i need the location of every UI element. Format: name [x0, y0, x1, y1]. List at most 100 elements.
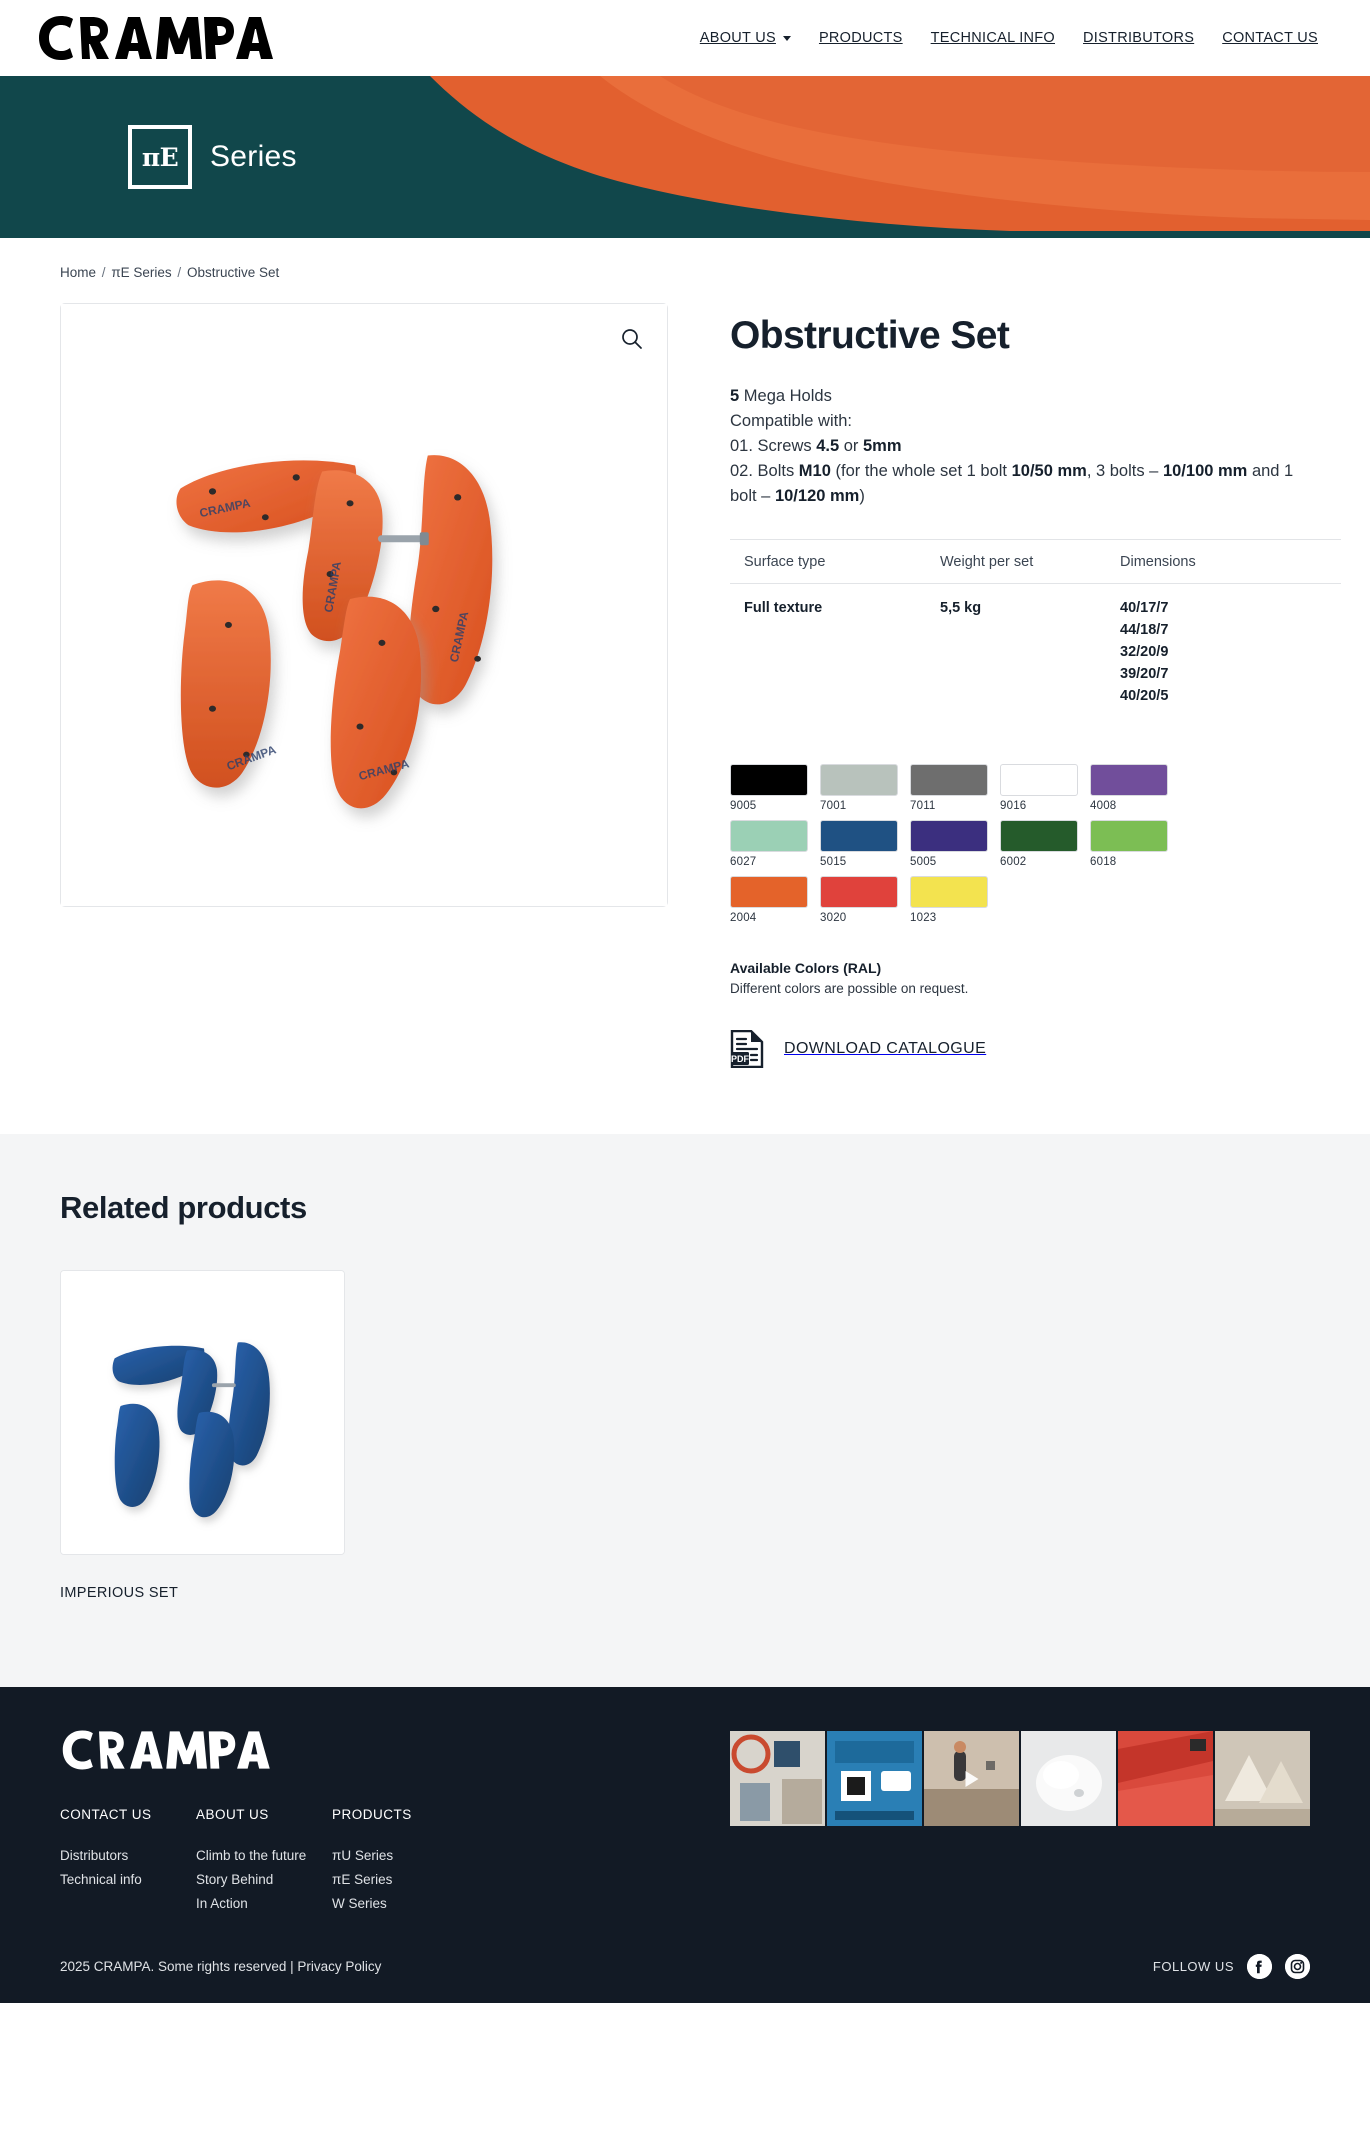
- breadcrumb-separator: /: [177, 265, 182, 280]
- table-row: Full texture 5,5 kg 40/17/7 44/18/7 32/2…: [730, 584, 1341, 721]
- logo-texture-tile[interactable]: [1215, 1731, 1310, 1827]
- desc-line-bolts: 02. Bolts M10 (for the whole set 1 bolt …: [730, 459, 1308, 509]
- swatch-chip[interactable]: [820, 876, 898, 909]
- series-badge: πE Series: [128, 125, 297, 189]
- color-swatch-9016[interactable]: 9016: [1000, 764, 1078, 812]
- bolts-mid-2: , 3 bolts –: [1086, 462, 1163, 481]
- download-catalogue-button[interactable]: PDF DOWNLOAD CATALOGUE: [730, 1030, 1308, 1069]
- footer-link-climb-to-the-future[interactable]: Climb to the future: [196, 1848, 332, 1863]
- hero-banner: πE Series: [0, 76, 1370, 238]
- footer-link-πu-series[interactable]: πU Series: [332, 1848, 468, 1863]
- search-icon[interactable]: [619, 326, 645, 352]
- swatch-chip[interactable]: [730, 820, 808, 853]
- color-swatch-6002[interactable]: 6002: [1000, 820, 1078, 868]
- product-gallery[interactable]: CRAMPA CRAMPA CRAMPA CRAMPA CRAMPA: [60, 303, 668, 907]
- swatch-code: 7001: [820, 800, 847, 813]
- color-swatch-1023[interactable]: 1023: [910, 876, 988, 924]
- swatch-chip[interactable]: [910, 764, 988, 797]
- facebook-icon[interactable]: [1247, 1954, 1272, 1980]
- swatch-chip[interactable]: [730, 876, 808, 909]
- imperious-set-image: [61, 1271, 344, 1555]
- climber-video-tile[interactable]: [924, 1731, 1019, 1827]
- color-swatch-9005[interactable]: 9005: [730, 764, 808, 812]
- column-header-dimensions: Dimensions: [1106, 539, 1341, 585]
- site-header: ABOUT US PRODUCTS TECHNICAL INFO DISTRIB…: [0, 0, 1370, 76]
- footer-link-technical-info[interactable]: Technical info: [60, 1872, 196, 1887]
- instagram-feed: [730, 1727, 1310, 1827]
- related-product-card[interactable]: IMPERIOUS SET: [60, 1270, 345, 1601]
- column-header-weight: Weight per set: [926, 539, 1106, 585]
- swatch-code: 5005: [910, 856, 937, 869]
- instagram-glyph: [1285, 1954, 1310, 1980]
- swatch-chip[interactable]: [820, 764, 898, 797]
- crampa-logo-icon: [39, 16, 273, 60]
- chevron-down-icon: [782, 35, 791, 41]
- swatch-chip[interactable]: [1090, 764, 1168, 797]
- nav-item-distributors[interactable]: DISTRIBUTORS: [1083, 30, 1194, 46]
- website-announcement-tile[interactable]: [827, 1731, 922, 1827]
- instagram-tile-image: [730, 1731, 825, 1827]
- nav-item-about-us[interactable]: ABOUT US: [700, 30, 791, 46]
- product-page: ABOUT US PRODUCTS TECHNICAL INFO DISTRIB…: [0, 0, 1370, 2004]
- footer-link-in-action[interactable]: In Action: [196, 1896, 332, 1911]
- color-swatch-5015[interactable]: 5015: [820, 820, 898, 868]
- breadcrumb-current: Obstructive Set: [186, 265, 280, 280]
- main-navigation: ABOUT US PRODUCTS TECHNICAL INFO DISTRIB…: [700, 30, 1340, 46]
- related-product-thumbnail[interactable]: [60, 1270, 345, 1556]
- nav-item-products[interactable]: PRODUCTS: [819, 30, 903, 46]
- swatch-chip[interactable]: [910, 876, 988, 909]
- color-swatch-2004[interactable]: 2004: [730, 876, 808, 924]
- nav-label: ABOUT US: [699, 30, 776, 46]
- screws-prefix: 01. Screws: [730, 437, 817, 456]
- available-colors-note: Different colors are possible on request…: [730, 981, 969, 997]
- swatch-chip[interactable]: [1000, 820, 1078, 853]
- product-image: CRAMPA CRAMPA CRAMPA CRAMPA CRAMPA: [61, 304, 667, 906]
- product-section: CRAMPA CRAMPA CRAMPA CRAMPA CRAMPA Obstr…: [0, 280, 1370, 1069]
- breadcrumb-series[interactable]: πE Series: [111, 265, 171, 280]
- play-icon[interactable]: [965, 1770, 978, 1787]
- crampa-logo-icon: [62, 1730, 270, 1770]
- footer-top: CONTACT US Distributors Technical info ABOU…: [60, 1727, 1310, 1920]
- cell-weight: 5,5 kg: [940, 600, 982, 617]
- nav-item-technical-info[interactable]: TECHNICAL INFO: [931, 30, 1055, 46]
- swatch-code: 2004: [730, 912, 757, 925]
- color-swatch-7011[interactable]: 7011: [910, 764, 988, 812]
- swatch-chip[interactable]: [1000, 764, 1078, 797]
- color-swatch-6027[interactable]: 6027: [730, 820, 808, 868]
- footer-logo[interactable]: [60, 1727, 560, 1773]
- nav-item-contact-us[interactable]: CONTACT US: [1222, 30, 1318, 46]
- swatch-chip[interactable]: [1090, 820, 1168, 853]
- instagram-icon[interactable]: [1285, 1954, 1310, 1980]
- pie-symbol-box: πE: [128, 125, 192, 189]
- swatch-chip[interactable]: [820, 820, 898, 853]
- holds-count: 5: [730, 386, 740, 405]
- bolts-suffix: ): [859, 487, 865, 506]
- footer-link-πe-series[interactable]: πE Series: [332, 1872, 468, 1887]
- breadcrumb-home[interactable]: Home: [60, 265, 96, 280]
- swatch-chip[interactable]: [910, 820, 988, 853]
- nav-label: TECHNICAL INFO: [930, 30, 1056, 46]
- color-swatch-5005[interactable]: 5005: [910, 820, 988, 868]
- footer-column-about-us: ABOUT US Climb to the future Story Behind I…: [196, 1807, 332, 1920]
- red-volume-tile[interactable]: [1118, 1731, 1213, 1827]
- bolt-size-3: 10/120 mm: [774, 487, 860, 506]
- swatch-chip[interactable]: [730, 764, 808, 797]
- bolt-size-2: 10/100 mm: [1162, 462, 1248, 481]
- footer-link-distributors[interactable]: Distributors: [60, 1848, 196, 1863]
- white-hold-video-tile[interactable]: [1021, 1731, 1116, 1827]
- footer-column-title: PRODUCTS: [332, 1807, 412, 1823]
- swatch-code: 9016: [1000, 800, 1027, 813]
- footer-link-story-behind[interactable]: Story Behind: [196, 1872, 332, 1887]
- color-swatch-4008[interactable]: 4008: [1090, 764, 1168, 812]
- site-logo[interactable]: [36, 12, 298, 64]
- footer-link-w-series[interactable]: W Series: [332, 1896, 468, 1911]
- gym-wall-tile[interactable]: [730, 1731, 825, 1827]
- swatch-code: 7011: [910, 800, 936, 813]
- color-swatch-7001[interactable]: 7001: [820, 764, 898, 812]
- swatch-code: 1023: [910, 912, 937, 925]
- color-swatch-3020[interactable]: 3020: [820, 876, 898, 924]
- color-swatch-6018[interactable]: 6018: [1090, 820, 1168, 868]
- bolt-type: M10: [798, 462, 831, 481]
- privacy-policy-link[interactable]: Privacy Policy: [297, 1959, 381, 1974]
- play-icon[interactable]: [1062, 1770, 1075, 1787]
